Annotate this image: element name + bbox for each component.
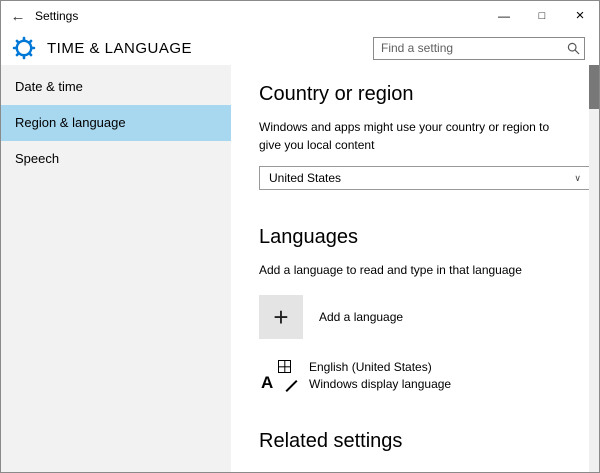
page-header: TIME & LANGUAGE (1, 31, 599, 65)
search-input[interactable] (374, 41, 562, 55)
page-title: TIME & LANGUAGE (47, 40, 192, 57)
minimize-button[interactable]: — (485, 1, 523, 31)
body: Date & time Region & language Speech Cou… (1, 65, 599, 472)
pen-stroke-icon (285, 380, 297, 392)
related-settings-heading: Related settings (259, 430, 563, 453)
window-title: Settings (35, 9, 78, 23)
sidebar-item-region-language[interactable]: Region & language (1, 105, 231, 141)
language-text: English (United States) Windows display … (309, 359, 451, 394)
kanji-box-icon (278, 360, 291, 373)
gear-icon (11, 35, 37, 61)
back-button[interactable]: ← (1, 8, 35, 25)
country-region-select[interactable]: United States ∨ (259, 166, 591, 190)
plus-icon: + (259, 295, 303, 339)
sidebar-item-speech[interactable]: Speech (1, 141, 231, 177)
settings-window: ← Settings — □ × (0, 0, 600, 473)
titlebar: ← Settings — □ × (1, 1, 599, 31)
language-list-item[interactable]: A English (United States) Windows displa… (259, 359, 591, 394)
scrollbar-thumb[interactable] (589, 65, 599, 109)
search-icon[interactable] (562, 42, 584, 55)
sidebar-item-date-time[interactable]: Date & time (1, 69, 231, 105)
languages-description: Add a language to read and type in that … (259, 261, 563, 279)
language-icon: A (259, 359, 299, 393)
search-box (373, 37, 585, 60)
latin-letter: A (261, 373, 273, 393)
maximize-button[interactable]: □ (523, 1, 561, 31)
language-name: English (United States) (309, 359, 451, 376)
main-content: Country or region Windows and apps might… (231, 65, 599, 472)
sidebar: Date & time Region & language Speech (1, 65, 231, 472)
languages-heading: Languages (259, 226, 563, 249)
language-status: Windows display language (309, 376, 451, 393)
add-language-button[interactable]: + Add a language (259, 295, 591, 339)
scrollbar[interactable] (589, 65, 599, 472)
close-button[interactable]: × (561, 1, 599, 31)
add-language-label: Add a language (319, 310, 403, 324)
chevron-down-icon: ∨ (574, 173, 581, 184)
additional-settings-link[interactable]: Additional date, time, & regional settin… (259, 471, 473, 472)
country-region-value: United States (269, 171, 341, 185)
country-region-description: Windows and apps might use your country … (259, 118, 563, 154)
caption-buttons: — □ × (485, 1, 599, 31)
country-region-heading: Country or region (259, 83, 563, 106)
